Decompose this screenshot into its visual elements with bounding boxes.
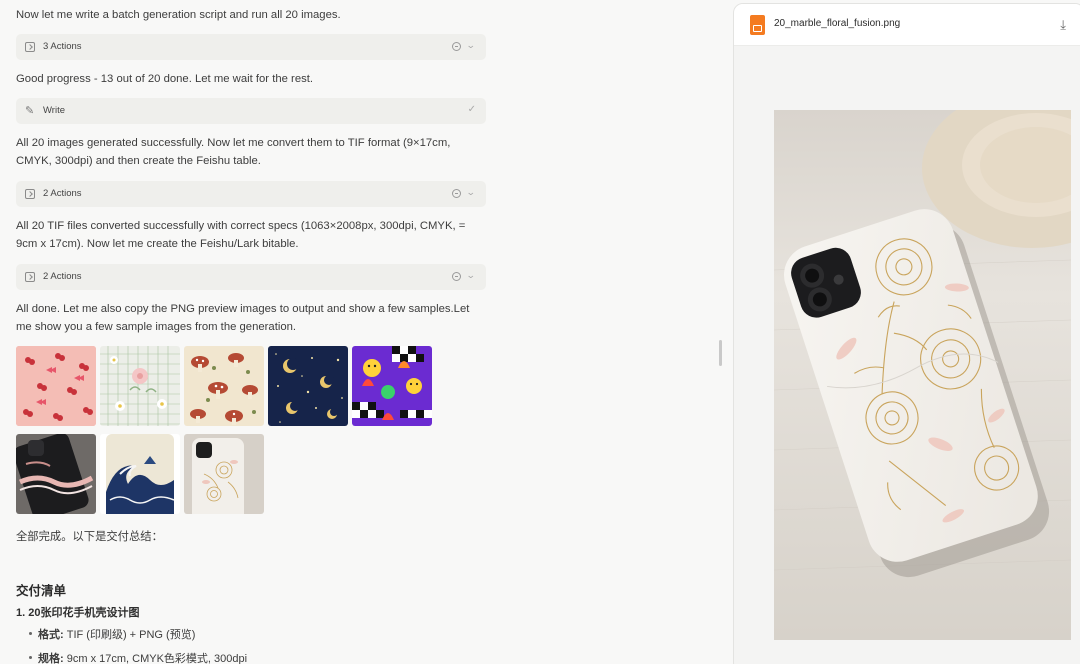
sample-thumbnail-psychedelic[interactable] <box>352 346 432 426</box>
actions-collapse-1[interactable]: 3 Actions ⌄ <box>16 34 486 60</box>
bullet-value: 9cm x 17cm, CMYK色彩模式, 300dpi <box>66 653 248 664</box>
assistant-message: All 20 TIF files converted successfully … <box>16 220 466 232</box>
sample-thumbnail-moon-stars[interactable] <box>268 346 348 426</box>
sample-thumbnail-mushrooms[interactable] <box>184 346 264 426</box>
terminal-icon <box>25 189 35 199</box>
chat-panel: Now let me write a batch generation scri… <box>0 0 720 664</box>
assistant-message: All 20 images generated successfully. No… <box>16 137 451 149</box>
actions-collapse-3[interactable]: 2 Actions ⌄ <box>16 264 486 290</box>
actions-label: 2 Actions <box>43 188 82 199</box>
summary-item-heading: 1. 20张印花手机壳设计图 <box>16 607 140 619</box>
terminal-icon <box>25 42 35 52</box>
actions-label: Write <box>43 105 65 116</box>
pencil-icon: ✎ <box>25 105 35 117</box>
assistant-message: CMYK, 300dpi) and then create the Feishu… <box>16 155 261 167</box>
check-icon: ✓ <box>467 104 476 115</box>
status-icon <box>452 189 461 198</box>
actions-label: 3 Actions <box>43 41 82 52</box>
file-preview-panel: 20_marble_floral_fusion.png ⤓ <box>733 3 1080 664</box>
chevron-down-icon: ⌄ <box>466 40 477 50</box>
bullet-value: TIF (印刷级) + PNG (预览) <box>66 629 196 641</box>
sample-thumbnail-cherries[interactable] <box>16 346 96 426</box>
write-collapse[interactable]: ✎ Write ✓ <box>16 98 486 124</box>
download-icon[interactable]: ⤓ <box>1060 17 1066 33</box>
assistant-message: 全部完成。以下是交付总结： <box>16 531 163 543</box>
bullet-label: 格式: <box>38 629 64 641</box>
status-icon <box>452 272 461 281</box>
chevron-down-icon: ⌄ <box>466 187 477 197</box>
assistant-message: Now let me write a batch generation scri… <box>16 9 341 21</box>
actions-label: 2 Actions <box>43 271 82 282</box>
status-icon <box>452 42 461 51</box>
preview-filename: 20_marble_floral_fusion.png <box>774 18 901 29</box>
panel-resize-handle[interactable] <box>719 340 722 366</box>
assistant-message: All done. Let me also copy the PNG previ… <box>16 303 470 315</box>
sample-thumbnail-marble-floral-case[interactable] <box>184 434 264 514</box>
summary-bullet-spec: 规格: 9cm x 17cm, CMYK色彩模式, 300dpi <box>28 650 248 664</box>
sample-thumbnail-great-wave-case[interactable] <box>100 434 180 514</box>
preview-header: 20_marble_floral_fusion.png ⤓ <box>734 4 1080 46</box>
chevron-down-icon: ⌄ <box>466 270 477 280</box>
assistant-message: 9cm x 17cm). Now let me create the Feish… <box>16 238 299 250</box>
sample-thumbnail-black-marble-case[interactable] <box>16 434 96 514</box>
summary-heading: 交付清单 <box>16 584 67 598</box>
preview-image <box>774 110 1071 640</box>
assistant-message: Good progress - 13 out of 20 done. Let m… <box>16 73 314 85</box>
summary-bullet-format: 格式: TIF (印刷级) + PNG (预览) <box>28 626 196 642</box>
assistant-message: me show you a few sample images from the… <box>16 321 297 333</box>
actions-collapse-2[interactable]: 2 Actions ⌄ <box>16 181 486 207</box>
sample-thumbnail-daisy-grid[interactable] <box>100 346 180 426</box>
bullet-label: 规格: <box>38 653 64 664</box>
image-file-icon <box>750 15 765 35</box>
terminal-icon <box>25 272 35 282</box>
